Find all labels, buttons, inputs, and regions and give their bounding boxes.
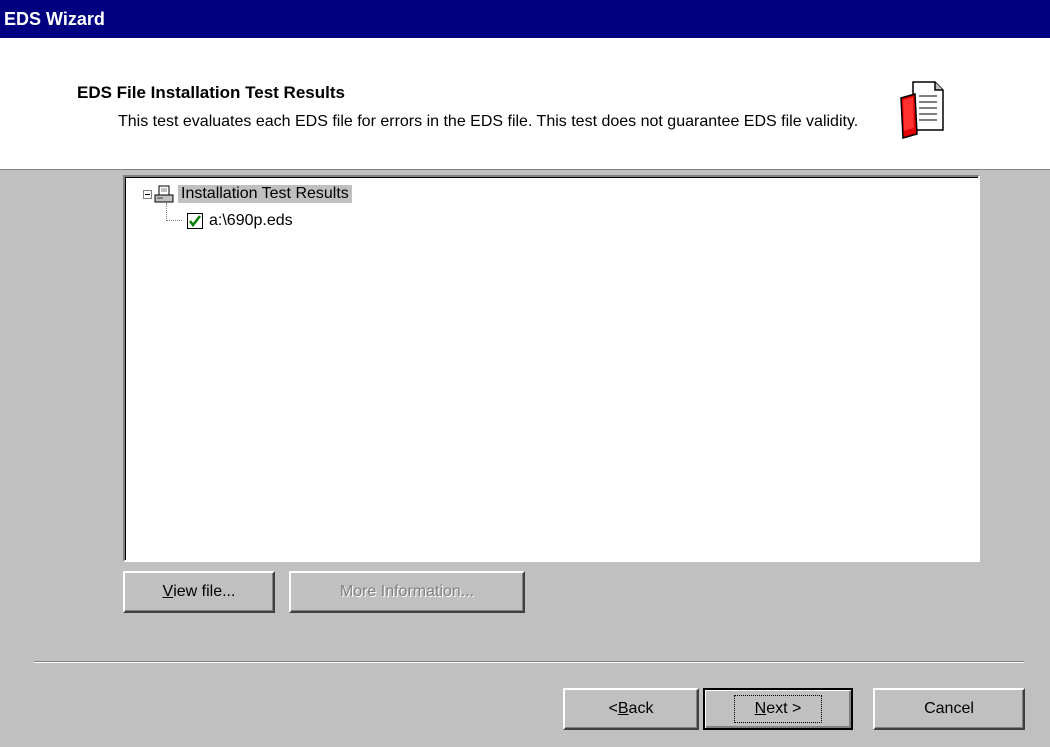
green-check-icon	[187, 213, 203, 229]
tree-root-label: Installation Test Results	[178, 185, 352, 203]
tree-root-item[interactable]: Installation Test Results	[143, 183, 352, 205]
separator	[34, 661, 1024, 663]
tree-item-label: a:\690p.eds	[209, 212, 293, 229]
next-button[interactable]: Next >	[703, 688, 853, 730]
page-title: EDS File Installation Test Results	[77, 83, 345, 102]
focus-rect: Next >	[733, 695, 823, 723]
computer-document-icon	[154, 185, 174, 203]
tree-item[interactable]: a:\690p.eds	[187, 210, 293, 232]
tree-connector-line	[166, 203, 182, 221]
document-book-icon	[900, 81, 944, 139]
title-bar: EDS Wizard	[0, 0, 1050, 38]
window-title: EDS Wizard	[4, 8, 105, 29]
cancel-button[interactable]: Cancel	[873, 688, 1025, 730]
collapse-icon[interactable]	[143, 189, 152, 199]
page-description: This test evaluates each EDS file for er…	[118, 113, 859, 130]
wizard-header: EDS File Installation Test Results This …	[0, 38, 1050, 170]
view-file-button[interactable]: View file...	[123, 571, 275, 613]
more-information-button[interactable]: More Information...	[289, 571, 525, 613]
back-button[interactable]: < Back	[563, 688, 699, 730]
test-results-tree[interactable]: Installation Test Results a:\690p.eds	[123, 175, 980, 562]
